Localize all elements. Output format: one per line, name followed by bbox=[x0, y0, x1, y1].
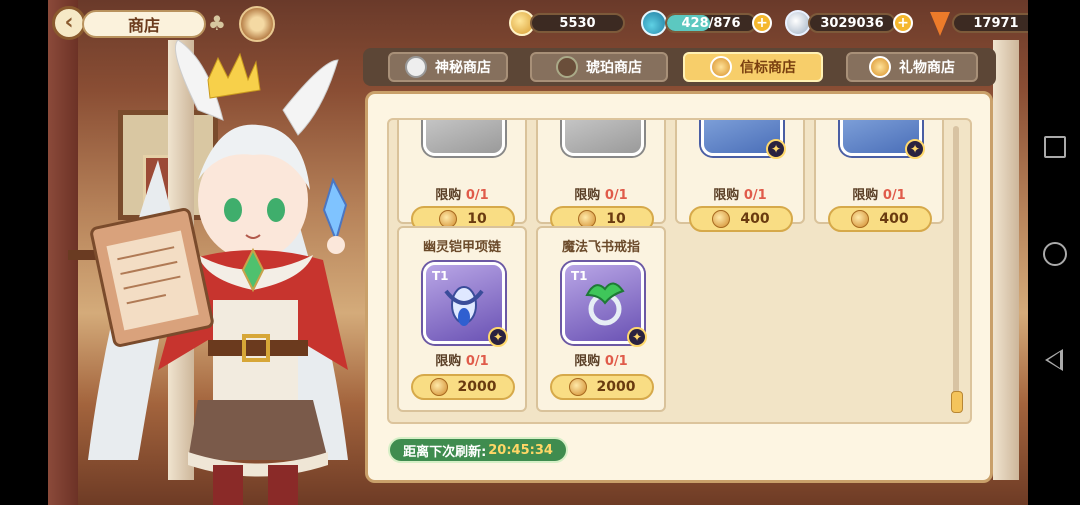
tab-label: 信标商店 bbox=[740, 60, 796, 76]
add-stamina-button[interactable]: + bbox=[752, 13, 772, 33]
stamina-bar: 428/876 bbox=[665, 13, 757, 33]
star-badge-icon: ✦ bbox=[627, 327, 647, 347]
price-value: 400 bbox=[879, 211, 909, 227]
coin-icon bbox=[712, 210, 731, 228]
carrot-counter: 17971 bbox=[952, 13, 1040, 33]
coin-icon bbox=[851, 210, 870, 228]
emblem-icon[interactable] bbox=[239, 6, 275, 42]
stamina-icon bbox=[641, 10, 667, 36]
item-icon: ✦ bbox=[701, 120, 786, 159]
shop-item-card[interactable]: ✦ 限购 0/1 400 bbox=[675, 120, 805, 232]
scrollbar-track[interactable] bbox=[953, 126, 959, 412]
gem-counter: 3029036 bbox=[808, 13, 896, 33]
price-value: 10 bbox=[606, 211, 626, 227]
mystery-icon bbox=[405, 56, 427, 78]
beacon-icon bbox=[710, 56, 732, 78]
limit-value: 0/1 bbox=[604, 188, 628, 203]
purchase-limit: 限购 0/1 bbox=[574, 188, 628, 203]
tab-gift-shop[interactable]: 礼物商店 bbox=[846, 52, 978, 82]
limit-value: 0/1 bbox=[604, 354, 628, 369]
ghost-armor-necklace-icon: T1 ✦ bbox=[423, 262, 508, 347]
coin-icon bbox=[429, 378, 448, 396]
star-badge-icon: ✦ bbox=[766, 139, 786, 159]
limit-value: 0/1 bbox=[465, 188, 489, 203]
refresh-label: 距离下次刷新: bbox=[403, 444, 487, 460]
item-icon: ✦ bbox=[840, 120, 925, 159]
refresh-countdown: 距离下次刷新: 20:45:34 bbox=[388, 437, 568, 463]
shop-item-card[interactable]: 限购 0/1 10 bbox=[536, 120, 666, 232]
shop-item-card[interactable]: 魔法飞书戒指 T1 ✦ 限购 0/1 2000 bbox=[536, 226, 666, 412]
system-nav-bar bbox=[1028, 0, 1080, 505]
purchase-limit: 限购 0/1 bbox=[713, 188, 767, 203]
shop-item-card[interactable]: 幽灵铠甲项链 T1 ✦ 限购 0/1 2000 bbox=[397, 226, 527, 412]
add-gem-button[interactable]: + bbox=[893, 13, 913, 33]
tab-beacon-shop[interactable]: 信标商店 bbox=[683, 52, 823, 82]
limit-value: 0/1 bbox=[882, 188, 906, 203]
price-value: 10 bbox=[467, 211, 487, 227]
purchase-limit: 限购 0/1 bbox=[435, 188, 489, 203]
limit-value: 0/1 bbox=[743, 188, 767, 203]
item-name: 魔法飞书戒指 bbox=[561, 240, 640, 255]
shop-item-card[interactable]: ✦ 限购 0/1 400 bbox=[814, 120, 944, 232]
back-button[interactable]: ‹ bbox=[52, 6, 86, 40]
item-icon bbox=[423, 120, 505, 156]
limit-value: 0/1 bbox=[465, 354, 489, 369]
gem-value: 3029036 bbox=[820, 15, 884, 31]
tab-label: 礼物商店 bbox=[899, 60, 955, 76]
purchase-limit: 限购 0/1 bbox=[574, 354, 628, 369]
back-icon[interactable] bbox=[1045, 349, 1063, 371]
amber-icon bbox=[556, 56, 578, 78]
pillar bbox=[993, 40, 1019, 480]
clover-icon: ♣ bbox=[208, 11, 226, 35]
buy-button[interactable]: 400 bbox=[828, 206, 932, 232]
stamina-value: 428/876 bbox=[681, 15, 741, 31]
tab-mystery-shop[interactable]: 神秘商店 bbox=[388, 52, 508, 82]
magic-book-ring-icon: T1 ✦ bbox=[562, 262, 647, 347]
scrollbar-thumb[interactable] bbox=[951, 391, 963, 413]
back-arrow-icon: ‹ bbox=[64, 10, 74, 35]
buy-button[interactable]: 2000 bbox=[550, 374, 654, 400]
refresh-timer: 20:45:34 bbox=[488, 442, 553, 458]
carrot-icon bbox=[930, 12, 950, 36]
buy-button[interactable]: 2000 bbox=[411, 374, 515, 400]
home-icon[interactable] bbox=[1043, 242, 1067, 266]
shopkeeper-character bbox=[88, 40, 348, 505]
item-grid[interactable]: 限购 0/1 10 限购 0/1 10 ✦ 限购 0/1 400 ✦ 限购 0/… bbox=[387, 118, 972, 424]
purchase-limit: 限购 0/1 bbox=[435, 354, 489, 369]
star-badge-icon: ✦ bbox=[488, 327, 508, 347]
star-badge-icon: ✦ bbox=[905, 139, 925, 159]
gift-icon bbox=[869, 56, 891, 78]
purchase-limit: 限购 0/1 bbox=[852, 188, 906, 203]
coin-value: 5530 bbox=[559, 15, 596, 31]
tab-amber-shop[interactable]: 琥珀商店 bbox=[530, 52, 668, 82]
tab-label: 神秘商店 bbox=[435, 60, 491, 76]
price-value: 400 bbox=[740, 211, 770, 227]
recent-apps-icon[interactable] bbox=[1044, 136, 1066, 158]
price-value: 2000 bbox=[596, 379, 636, 395]
left-black-bar bbox=[0, 0, 48, 505]
shop-item-card[interactable]: 限购 0/1 10 bbox=[397, 120, 527, 232]
coin-icon bbox=[568, 378, 587, 396]
item-icon bbox=[562, 120, 644, 156]
carrot-value: 17971 bbox=[973, 15, 1019, 31]
tab-label: 琥珀商店 bbox=[586, 60, 642, 76]
price-value: 2000 bbox=[457, 379, 497, 395]
item-name: 幽灵铠甲项链 bbox=[422, 240, 501, 255]
page-title: 商店 bbox=[82, 10, 206, 38]
coin-counter: 5530 bbox=[530, 13, 625, 33]
buy-button[interactable]: 400 bbox=[689, 206, 793, 232]
